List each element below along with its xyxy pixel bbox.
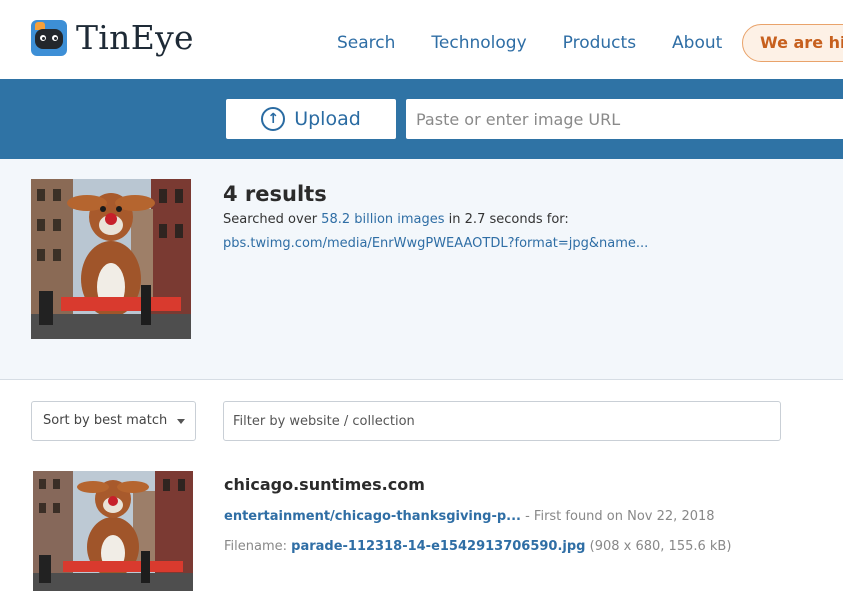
result-page-line: entertainment/chicago-thanksgiving-p... … — [224, 509, 715, 524]
query-image-thumbnail[interactable] — [31, 179, 191, 339]
searched-suffix: in 2.7 seconds for: — [444, 212, 569, 227]
first-found-date: - First found on Nov 22, 2018 — [520, 509, 715, 524]
upload-label: Upload — [294, 108, 361, 130]
nav-products[interactable]: Products — [563, 33, 636, 53]
query-url-link[interactable]: pbs.twimg.com/media/EnrWwgPWEAAOTDL?form… — [223, 236, 648, 251]
nav-search[interactable]: Search — [337, 33, 395, 53]
results-count: 4 results — [223, 182, 327, 206]
sort-label: Sort by best match — [43, 413, 168, 428]
result-filename-link[interactable]: parade-112318-14-e1542913706590.jpg — [291, 539, 585, 554]
robot-mascot-icon — [31, 20, 67, 56]
hiring-button[interactable]: We are hiring — [742, 24, 843, 62]
sort-dropdown[interactable]: Sort by best match — [31, 401, 196, 441]
upload-button[interactable]: ↑ Upload — [226, 99, 396, 139]
filter-input[interactable] — [223, 401, 781, 441]
search-stats: Searched over 58.2 billion images in 2.7… — [223, 212, 569, 227]
result-image-thumbnail[interactable] — [33, 471, 193, 591]
indexed-count-link[interactable]: 58.2 billion images — [321, 212, 444, 227]
main-nav: Search Technology Products About — [337, 33, 758, 53]
logo-text: TinEye — [76, 18, 194, 57]
result-domain[interactable]: chicago.suntimes.com — [224, 475, 425, 494]
tineye-logo[interactable]: TinEye — [31, 20, 194, 56]
image-url-input[interactable] — [406, 99, 843, 139]
chevron-down-icon — [177, 419, 185, 424]
filename-label: Filename: — [224, 539, 292, 554]
nav-about[interactable]: About — [672, 33, 722, 53]
searched-prefix: Searched over — [223, 212, 322, 227]
search-band: ↑ Upload — [0, 79, 843, 159]
upload-arrow-icon: ↑ — [261, 107, 286, 131]
file-info: (908 x 680, 155.6 kB) — [585, 539, 732, 554]
result-page-link[interactable]: entertainment/chicago-thanksgiving-p... — [224, 509, 521, 524]
nav-technology[interactable]: Technology — [431, 33, 526, 53]
site-header: TinEye Search Technology Products About … — [0, 0, 843, 79]
result-filename-line: Filename: parade-112318-14-e154291370659… — [224, 539, 731, 554]
search-summary: 4 results Searched over 58.2 billion ima… — [0, 159, 843, 380]
